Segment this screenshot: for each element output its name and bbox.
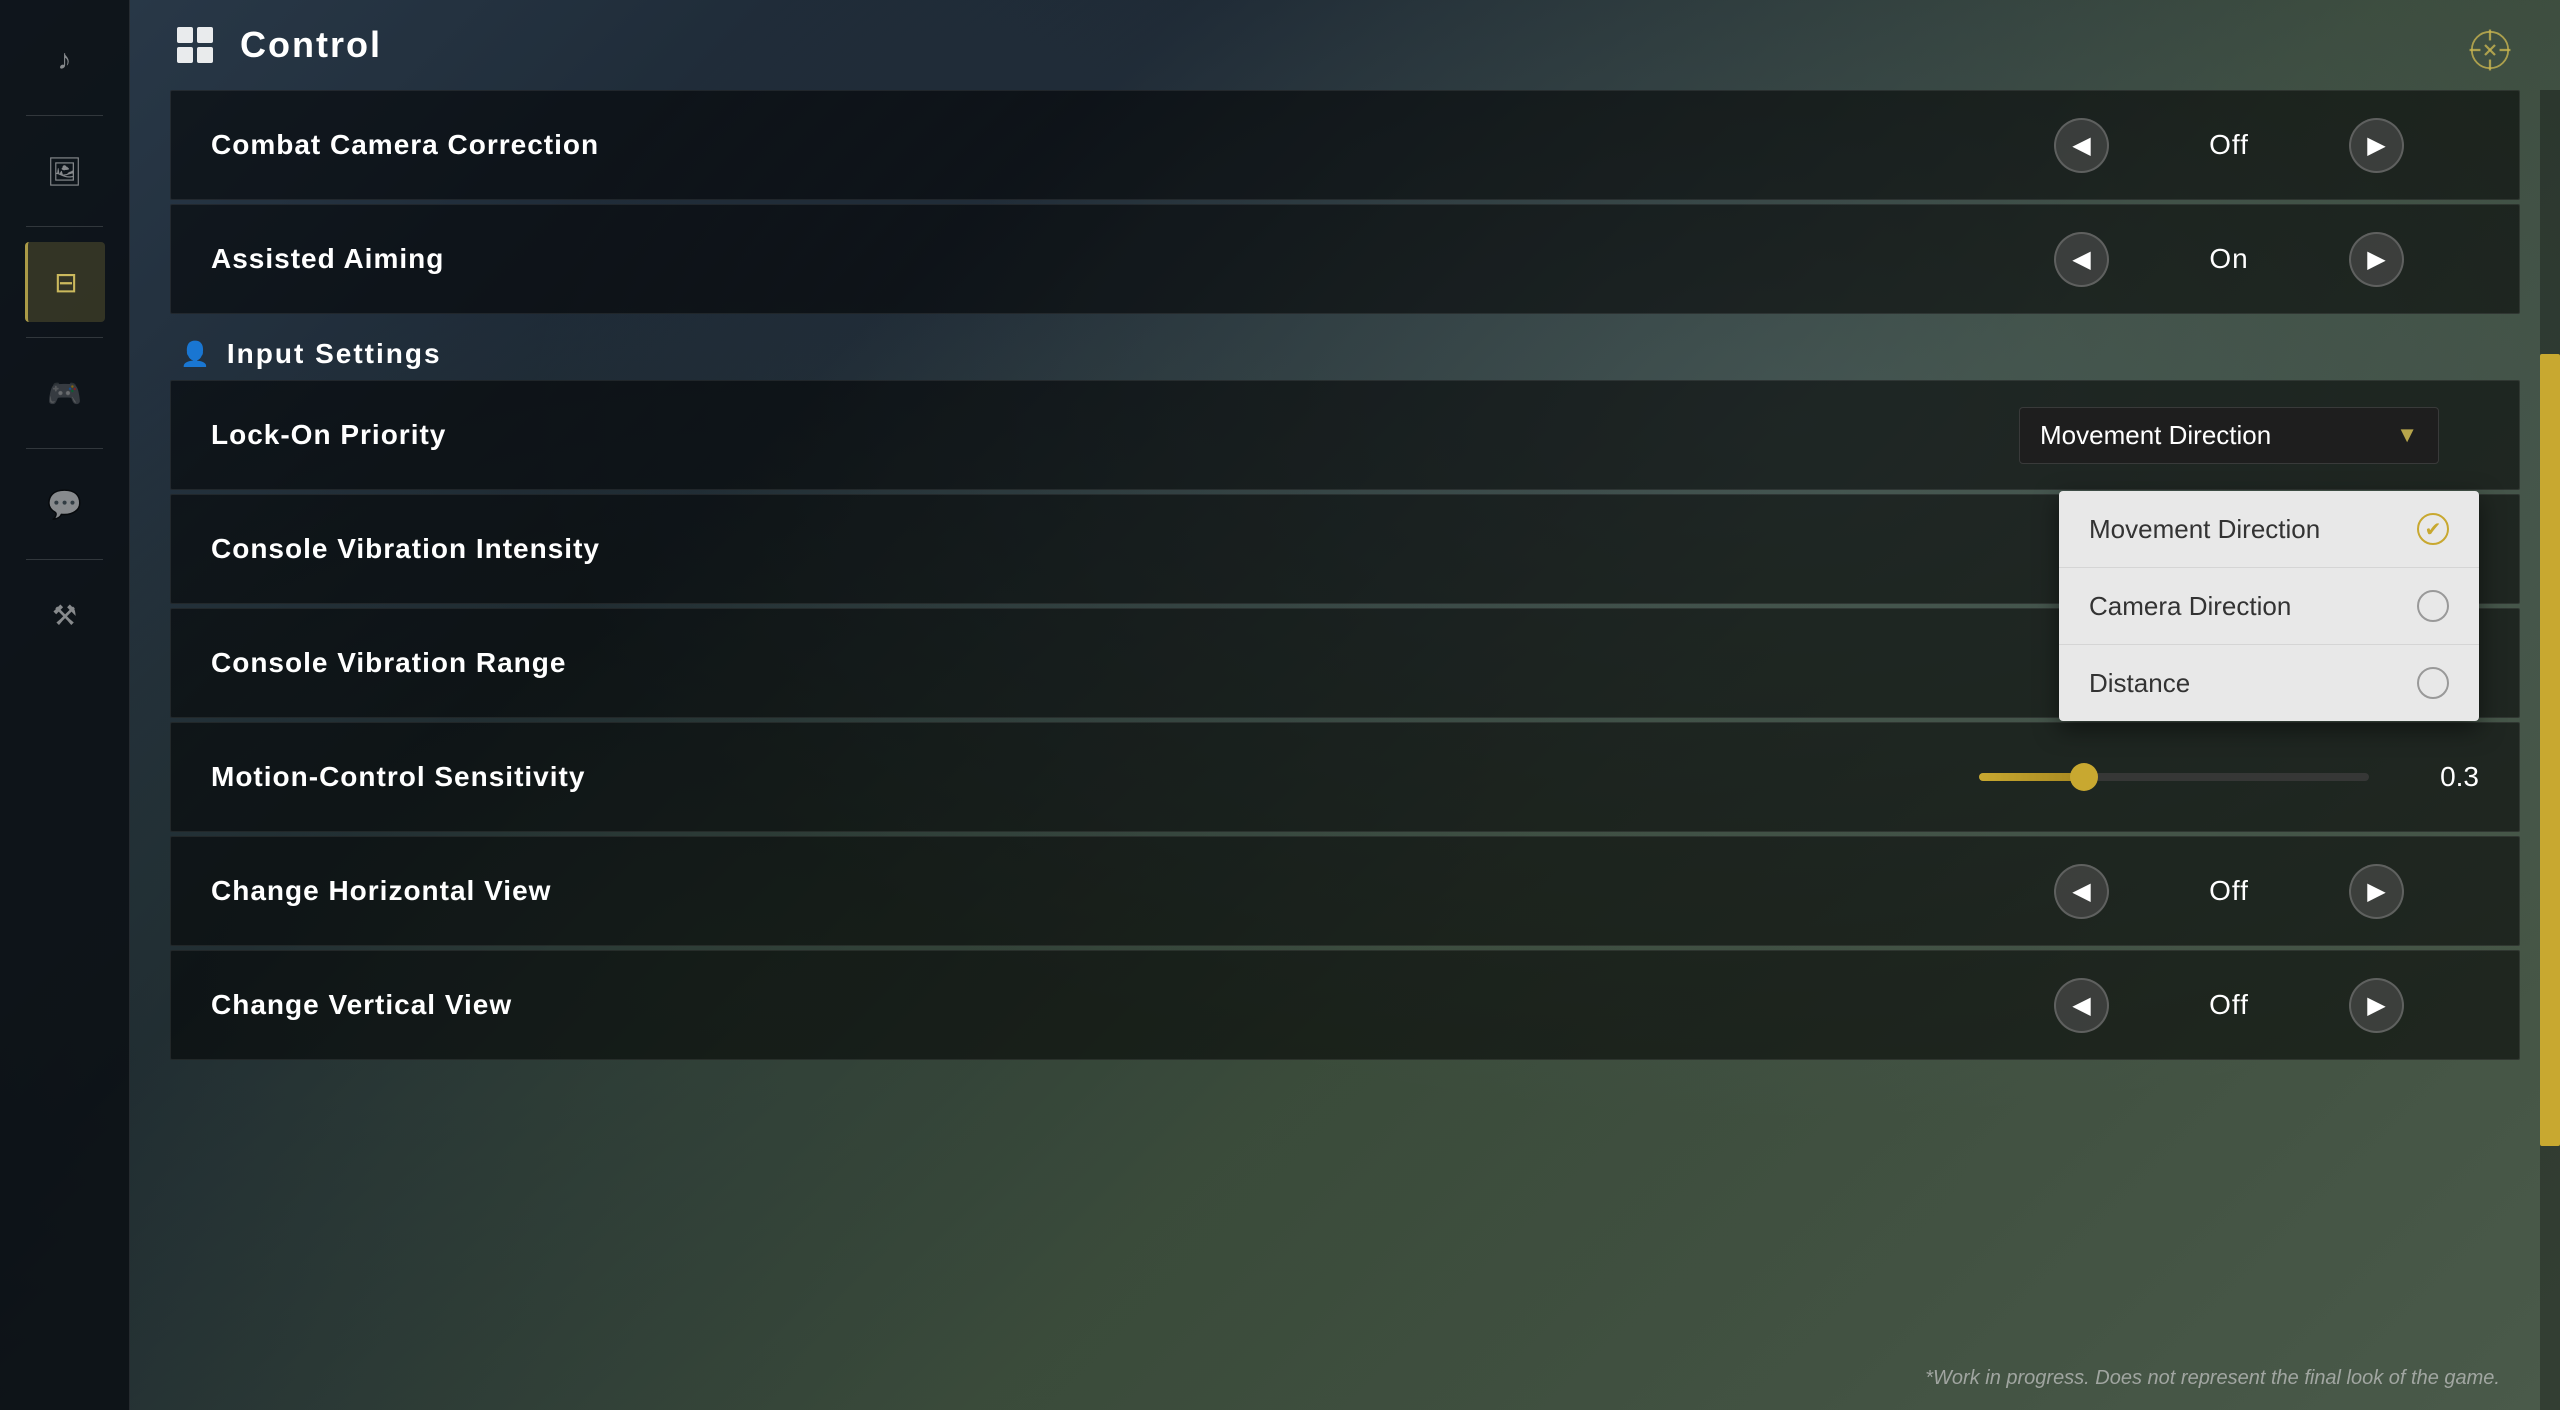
scrollbar-thumb[interactable] <box>2540 354 2560 1146</box>
vertical-view-left-btn[interactable]: ◀ <box>2054 978 2109 1033</box>
sidebar: ♪ 🖼 ⊟ 🎮 💬 ⚒ <box>0 0 130 1410</box>
motion-control-sensitivity-row: Motion-Control Sensitivity 0.3 <box>170 722 2520 832</box>
combat-camera-left-btn[interactable]: ◀ <box>2054 118 2109 173</box>
person-icon: 👤 <box>180 340 212 369</box>
input-settings-title: Input Settings <box>227 338 442 370</box>
page-title: Control <box>240 24 382 66</box>
image-icon: 🖼 <box>47 155 83 188</box>
horizontal-view-left-btn[interactable]: ◀ <box>2054 864 2109 919</box>
motion-control-value: 0.3 <box>2399 761 2479 793</box>
combat-camera-value: Off <box>2129 129 2329 161</box>
lock-on-priority-dropdown[interactable]: Movement Direction ▼ <box>2019 407 2439 464</box>
main-content: Control Combat Camera Correction <box>130 0 2560 1410</box>
scrollbar[interactable] <box>2540 90 2560 1410</box>
sidebar-divider-1 <box>26 115 103 116</box>
change-vertical-view-control: ◀ Off ▶ <box>1979 978 2479 1033</box>
header-icon <box>170 20 220 70</box>
vertical-view-right-btn[interactable]: ▶ <box>2349 978 2404 1033</box>
motion-control-sensitivity-label: Motion-Control Sensitivity <box>211 761 1979 793</box>
combat-camera-label: Combat Camera Correction <box>211 129 1979 161</box>
right-arrow-icon-3: ▶ <box>2367 877 2385 906</box>
settings-content: Combat Camera Correction ◀ Off ▶ Assiste… <box>130 90 2560 1410</box>
right-arrow-icon: ▶ <box>2367 131 2385 160</box>
sidebar-divider-3 <box>26 337 103 338</box>
console-vibration-range-label: Console Vibration Range <box>211 647 1979 679</box>
assisted-aiming-control: ◀ On ▶ <box>1979 232 2479 287</box>
left-arrow-icon-4: ◀ <box>2072 991 2090 1020</box>
right-arrow-icon-2: ▶ <box>2367 245 2385 274</box>
close-icon <box>2465 25 2515 75</box>
change-horizontal-view-label: Change Horizontal View <box>211 875 1979 907</box>
check-icon: ✔ <box>2425 517 2442 542</box>
sidebar-divider-4 <box>26 448 103 449</box>
distance-radio <box>2417 667 2449 699</box>
sidebar-item-gamepad[interactable]: 🎮 <box>25 353 105 433</box>
sidebar-item-tools[interactable]: ⚒ <box>25 575 105 655</box>
footer-note: *Work in progress. Does not represent th… <box>1925 1367 2500 1390</box>
left-arrow-icon: ◀ <box>2072 131 2090 160</box>
sidebar-item-settings[interactable]: ⊟ <box>25 242 105 322</box>
assisted-aiming-label: Assisted Aiming <box>211 243 1979 275</box>
dropdown-option-movement[interactable]: Movement Direction ✔ <box>2059 491 2479 568</box>
chat-icon: 💬 <box>47 488 82 521</box>
assisted-aiming-value: On <box>2129 243 2329 275</box>
dropdown-option-distance[interactable]: Distance <box>2059 645 2479 721</box>
movement-direction-option-label: Movement Direction <box>2089 514 2320 545</box>
horizontal-view-value: Off <box>2129 875 2329 907</box>
lock-on-priority-row: Lock-On Priority Movement Direction ▼ Mo… <box>170 380 2520 490</box>
right-arrow-icon-4: ▶ <box>2367 991 2385 1020</box>
combat-camera-row: Combat Camera Correction ◀ Off ▶ <box>170 90 2520 200</box>
combat-camera-control: ◀ Off ▶ <box>1979 118 2479 173</box>
music-icon: ♪ <box>58 44 72 76</box>
motion-control-slider-track[interactable] <box>1979 773 2369 781</box>
camera-direction-radio <box>2417 590 2449 622</box>
distance-option-label: Distance <box>2089 668 2190 699</box>
sidebar-divider-5 <box>26 559 103 560</box>
assisted-aiming-left-btn[interactable]: ◀ <box>2054 232 2109 287</box>
combat-camera-right-btn[interactable]: ▶ <box>2349 118 2404 173</box>
settings-icon: ⊟ <box>54 266 77 299</box>
close-button[interactable] <box>2460 20 2520 80</box>
left-arrow-icon-2: ◀ <box>2072 245 2090 274</box>
vertical-view-value: Off <box>2129 989 2329 1021</box>
sidebar-item-chat[interactable]: 💬 <box>25 464 105 544</box>
dropdown-chevron-icon: ▼ <box>2396 422 2418 448</box>
horizontal-view-right-btn[interactable]: ▶ <box>2349 864 2404 919</box>
assisted-aiming-row: Assisted Aiming ◀ On ▶ <box>170 204 2520 314</box>
camera-direction-option-label: Camera Direction <box>2089 591 2291 622</box>
movement-direction-radio: ✔ <box>2417 513 2449 545</box>
change-vertical-view-row: Change Vertical View ◀ Off ▶ <box>170 950 2520 1060</box>
motion-control-slider-fill <box>1979 773 2084 781</box>
change-horizontal-view-row: Change Horizontal View ◀ Off ▶ <box>170 836 2520 946</box>
console-vibration-intensity-label: Console Vibration Intensity <box>211 533 1979 565</box>
lock-on-priority-dropdown-menu: Movement Direction ✔ Camera Direction Di… <box>2059 491 2479 721</box>
sidebar-divider-2 <box>26 226 103 227</box>
assisted-aiming-right-btn[interactable]: ▶ <box>2349 232 2404 287</box>
input-settings-header: 👤 Input Settings <box>170 318 2520 380</box>
sidebar-item-music[interactable]: ♪ <box>25 20 105 100</box>
motion-control-slider-thumb[interactable] <box>2070 763 2098 791</box>
lock-on-priority-control: Movement Direction ▼ <box>1979 407 2479 464</box>
lock-on-priority-value: Movement Direction <box>2040 420 2271 451</box>
lock-on-priority-label: Lock-On Priority <box>211 419 1979 451</box>
change-horizontal-view-control: ◀ Off ▶ <box>1979 864 2479 919</box>
left-arrow-icon-3: ◀ <box>2072 877 2090 906</box>
tools-icon: ⚒ <box>52 599 77 632</box>
header: Control <box>130 0 2560 90</box>
sidebar-item-image[interactable]: 🖼 <box>25 131 105 211</box>
change-vertical-view-label: Change Vertical View <box>211 989 1979 1021</box>
dropdown-option-camera[interactable]: Camera Direction <box>2059 568 2479 645</box>
gamepad-icon: 🎮 <box>47 377 82 410</box>
motion-control-slider-container: 0.3 <box>1979 761 2479 793</box>
